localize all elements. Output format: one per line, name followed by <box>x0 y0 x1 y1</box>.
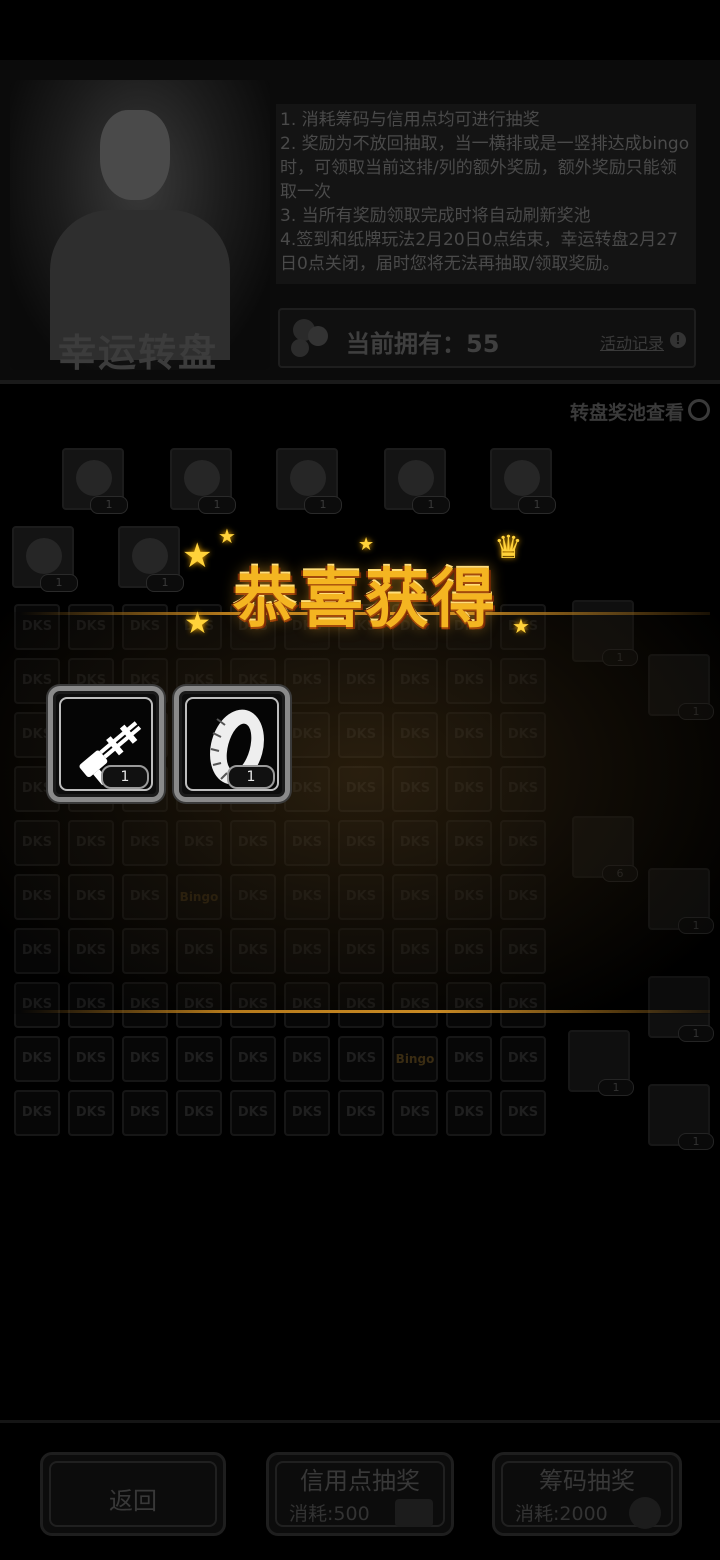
chips-icon <box>629 1497 661 1529</box>
header-panel: 幸运转盘 1. 消耗筹码与信用点均可进行抽奖 2. 奖励为不放回抽取，当一横排或… <box>0 60 720 380</box>
rules-text: 1. 消耗筹码与信用点均可进行抽奖 2. 奖励为不放回抽取，当一横排或是一竖排达… <box>276 104 696 284</box>
credit-draw-button[interactable]: 信用点抽奖 消耗:500 <box>266 1452 454 1536</box>
chip-draw-button[interactable]: 筹码抽奖 消耗:2000 <box>492 1452 682 1536</box>
grid-cell[interactable]: DKS <box>122 1036 168 1082</box>
header-divider <box>0 380 720 384</box>
airdrop-icon <box>504 460 540 496</box>
chip-draw-label: 筹码抽奖 <box>539 1467 635 1495</box>
side-reward-count: 1 <box>678 1133 714 1150</box>
reward-icon[interactable]: 1 <box>118 526 184 592</box>
reward-count: 1 <box>90 496 128 514</box>
grid-cell[interactable]: DKS <box>284 1036 330 1082</box>
grid-cell[interactable]: DKS <box>230 1036 276 1082</box>
side-reward-icon[interactable]: 1 <box>648 1084 714 1150</box>
reward-count: 1 <box>518 496 556 514</box>
back-button-label: 返回 <box>109 1487 157 1515</box>
prize-item-tire[interactable]: 1 <box>174 686 290 802</box>
reward-chest-icon <box>132 538 168 574</box>
side-reward-icon[interactable]: 1 <box>568 1030 634 1096</box>
grid-cell[interactable]: DKS <box>446 1090 492 1136</box>
grid-cell[interactable]: DKS <box>14 1036 60 1082</box>
reward-chest-icon <box>290 460 326 496</box>
congrats-title: 恭喜获得 <box>233 562 497 637</box>
credit-draw-cost: 消耗:500 <box>289 1503 370 1525</box>
owned-chips-bar: 当前拥有：55 活动记录 ! <box>278 308 696 368</box>
grid-cell[interactable]: DKS <box>500 1090 546 1136</box>
bottom-divider <box>0 1420 720 1423</box>
credit-draw-label: 信用点抽奖 <box>300 1467 420 1495</box>
reward-chest-icon <box>26 538 62 574</box>
grid-cell[interactable]: DKS <box>500 1036 546 1082</box>
reward-popup-banner <box>0 612 720 1014</box>
grid-cell[interactable]: DKS <box>14 1090 60 1136</box>
reward-count: 1 <box>304 496 342 514</box>
reward-icon[interactable]: 1 <box>62 448 128 514</box>
chip-draw-cost: 消耗:2000 <box>515 1503 608 1525</box>
grid-cell[interactable]: DKS <box>284 1090 330 1136</box>
reward-icon[interactable]: 1 <box>170 448 236 514</box>
reward-count: 1 <box>198 496 236 514</box>
rule-line: 4.签到和纸牌玩法2月20日0点结束，幸运转盘2月27日0点关闭，届时您将无法再… <box>280 230 678 274</box>
portrait-face <box>100 110 170 200</box>
banner-bottom-line <box>20 1010 710 1013</box>
side-reward-count: 1 <box>598 1079 634 1096</box>
grid-cell[interactable]: DKS <box>230 1090 276 1136</box>
reward-icon[interactable]: 1 <box>490 448 556 514</box>
pool-view-label: 转盘奖池查看 <box>569 402 684 424</box>
grid-cell[interactable]: Bingo <box>392 1036 438 1082</box>
chips-icon <box>291 319 328 357</box>
grid-cell[interactable]: DKS <box>176 1036 222 1082</box>
info-icon[interactable]: ! <box>670 332 686 348</box>
grid-cell[interactable]: DKS <box>68 1036 114 1082</box>
reward-chest-icon <box>184 460 220 496</box>
reward-count: 1 <box>40 574 78 592</box>
reward-count: 1 <box>412 496 450 514</box>
page-title: 幸运转盘 <box>58 331 219 375</box>
reward-icon[interactable]: 1 <box>384 448 450 514</box>
prize-item-minigun[interactable]: 1 <box>48 686 164 802</box>
grid-cell[interactable]: DKS <box>68 1090 114 1136</box>
rule-line: 2. 奖励为不放回抽取，当一横排或是一竖排达成bingo时，可领取当前这排/列的… <box>280 134 690 202</box>
rule-line: 3. 当所有奖励领取完成时将自动刷新奖池 <box>280 206 591 226</box>
reward-icon[interactable]: 1 <box>276 448 342 514</box>
prize-quantity: 1 <box>101 765 149 789</box>
prize-quantity: 1 <box>227 765 275 789</box>
reward-chest-icon <box>76 460 112 496</box>
grid-cell[interactable]: DKS <box>338 1036 384 1082</box>
reward-count: 1 <box>146 574 184 592</box>
search-icon <box>688 399 710 421</box>
star-icon: ★ <box>218 524 236 548</box>
grid-cell[interactable]: DKS <box>392 1090 438 1136</box>
back-button[interactable]: 返回 <box>40 1452 226 1536</box>
credit-card-icon <box>395 1499 433 1527</box>
pool-view-link[interactable]: 转盘奖池查看 <box>570 398 710 425</box>
owned-count: 当前拥有：55 <box>346 330 500 358</box>
reward-icon[interactable]: 1 <box>12 526 78 592</box>
side-reward-count: 1 <box>678 1025 714 1042</box>
grid-cell[interactable]: DKS <box>338 1090 384 1136</box>
grid-cell[interactable]: DKS <box>176 1090 222 1136</box>
rule-line: 1. 消耗筹码与信用点均可进行抽奖 <box>280 110 540 130</box>
activity-record-link[interactable]: 活动记录 <box>600 330 664 354</box>
grid-cell[interactable]: DKS <box>446 1036 492 1082</box>
airdrop-icon <box>398 460 434 496</box>
grid-cell[interactable]: DKS <box>122 1090 168 1136</box>
